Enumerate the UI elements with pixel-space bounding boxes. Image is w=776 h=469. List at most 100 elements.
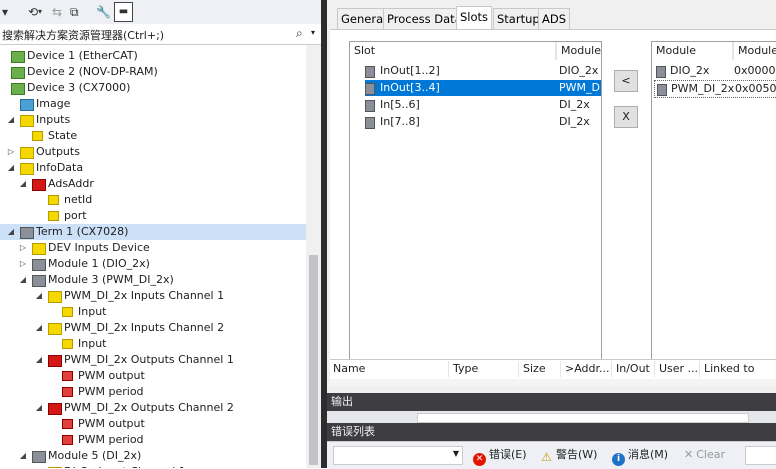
tree-item-label: Input [78, 337, 107, 350]
clear-button[interactable]: ✕ Clear [684, 446, 725, 464]
slot-name: InOut[1..2] [380, 64, 440, 77]
search-options-icon[interactable]: ▾ [311, 28, 315, 37]
tree-item[interactable]: ◢ Module 5 (DI_2x) [0, 448, 306, 464]
slot-row[interactable]: In[5..6] DI_2x [365, 97, 601, 113]
slots-header-module[interactable]: Module [556, 42, 601, 60]
tree-item[interactable]: ◢ Inputs [0, 112, 306, 128]
preview-icon[interactable]: ▬ [114, 2, 133, 22]
expand-arrow-icon[interactable]: ▷ [6, 144, 16, 160]
sync-icon[interactable]: ⇆ [52, 4, 62, 20]
output-variable-icon [62, 435, 73, 445]
collapse-arrow-icon[interactable]: ◢ [18, 272, 28, 288]
remove-module-button[interactable]: X [614, 106, 638, 128]
collapse-arrow-icon[interactable]: ◢ [34, 288, 44, 304]
slot-row[interactable]: In[7..8] DI_2x [365, 114, 601, 130]
collapse-arrow-icon[interactable]: ◢ [34, 320, 44, 336]
tree-item[interactable]: Input [0, 304, 306, 320]
variable-icon [62, 307, 73, 317]
tree-item[interactable]: Input [0, 336, 306, 352]
tree-item[interactable]: ◢ PWM_DI_2x Outputs Channel 1 [0, 352, 306, 368]
expand-arrow-icon[interactable]: ▷ [18, 240, 28, 256]
collapse-arrow-icon[interactable]: ◢ [6, 224, 16, 240]
error-scope-combo[interactable]: ▼ [333, 446, 463, 465]
slot-row[interactable]: InOut[3..4] PWM_DI_2x [365, 80, 601, 96]
collapse-arrow-icon[interactable]: ◢ [34, 352, 44, 368]
error-search-input[interactable] [745, 446, 776, 465]
tree-item[interactable]: port [0, 208, 306, 224]
dropdown-arrow-icon[interactable]: ▾ [2, 4, 8, 20]
grid-header-user[interactable]: User ... [656, 361, 700, 377]
tree-item-label: PWM output [78, 417, 145, 430]
grid-header-inout[interactable]: In/Out [613, 361, 655, 377]
tree-item[interactable]: State [0, 128, 306, 144]
tree-item[interactable]: Device 3 (CX7000) [0, 80, 306, 96]
tree-item[interactable]: ◢ AdsAddr [0, 176, 306, 192]
collapse-arrow-icon[interactable]: ◢ [18, 176, 28, 192]
tree-item-label: Device 3 (CX7000) [27, 81, 131, 94]
tree-item[interactable]: Device 2 (NOV-DP-RAM) [0, 64, 306, 80]
collapse-all-icon[interactable]: ⧉ [70, 4, 79, 20]
tab-process-data[interactable]: Process Data [383, 8, 466, 29]
tree-item[interactable]: PWM output [0, 416, 306, 432]
tree-item[interactable]: Device 1 (EtherCAT) [0, 48, 306, 64]
tree-item-label: Outputs [36, 145, 80, 158]
insert-module-button[interactable]: < [614, 70, 638, 92]
expand-arrow-icon[interactable]: ▷ [34, 464, 44, 468]
grid-header-addr[interactable]: >Addr... [562, 361, 612, 377]
variable-icon [32, 179, 46, 191]
warnings-filter-button[interactable]: ⚠ 警告(W) [540, 446, 597, 464]
grid-header-name[interactable]: Name [330, 361, 449, 377]
collapse-arrow-icon[interactable]: ◢ [18, 448, 28, 464]
tree-item[interactable]: ▷ DEV Inputs Device [0, 240, 306, 256]
explorer-search[interactable]: 搜索解决方案资源管理器(Ctrl+;) ⌕ ▾ [0, 24, 321, 45]
collapse-arrow-icon[interactable]: ◢ [34, 400, 44, 416]
tree-item[interactable]: ◢ PWM_DI_2x Inputs Channel 1 [0, 288, 306, 304]
collapse-arrow-icon[interactable]: ◢ [6, 160, 16, 176]
tree-scrollbar-thumb[interactable] [309, 255, 318, 465]
clear-icon: ✕ [684, 448, 694, 461]
collapse-arrow-icon[interactable]: ◢ [6, 112, 16, 128]
grid-header-size[interactable]: Size [520, 361, 561, 377]
grid-header-linked[interactable]: Linked to [701, 361, 776, 377]
modules-table: Module ModuleI DIO_2x 0x00001 PWM_DI_2x0x0… [651, 41, 776, 361]
tree-item[interactable]: ◢ Term 1 (CX7028) [0, 224, 306, 240]
tree-item[interactable]: PWM period [0, 384, 306, 400]
history-icon[interactable]: ⟲ [28, 4, 38, 20]
slots-header-slot[interactable]: Slot [350, 42, 556, 60]
tree-item[interactable]: ◢ InfoData [0, 160, 306, 176]
tree-item[interactable]: PWM output [0, 368, 306, 384]
expand-arrow-icon[interactable]: ▷ [18, 256, 28, 272]
tree-item-label: Image [36, 97, 71, 110]
tree-item[interactable]: ◢ PWM_DI_2x Inputs Channel 2 [0, 320, 306, 336]
terminal-icon [20, 227, 34, 239]
module-row[interactable]: PWM_DI_2x0x00501 [654, 80, 776, 98]
tree-item[interactable]: ◢ Module 3 (PWM_DI_2x) [0, 272, 306, 288]
tree-item[interactable]: Image [0, 96, 306, 112]
errors-filter-button[interactable]: ✕ 错误(E) [473, 446, 527, 466]
module-icon [32, 259, 46, 271]
grid-header-type[interactable]: Type [450, 361, 519, 377]
tree-item[interactable]: netId [0, 192, 306, 208]
tree-item[interactable]: ▷ Outputs [0, 144, 306, 160]
tree-item[interactable]: ▷ Module 1 (DIO_2x) [0, 256, 306, 272]
tab-ads[interactable]: ADS [538, 8, 571, 29]
output-panel-header[interactable]: 输出 [327, 393, 776, 411]
tree-item[interactable]: PWM period [0, 432, 306, 448]
properties-wrench-icon[interactable]: 🔧 [96, 4, 111, 20]
tab-slots[interactable]: Slots [456, 6, 493, 30]
module-row[interactable]: DIO_2x 0x00001 [654, 63, 776, 79]
search-input[interactable]: 搜索解决方案资源管理器(Ctrl+;) [2, 27, 164, 43]
error-list-header[interactable]: 错误列表 [327, 423, 776, 441]
history-dropdown-icon[interactable]: ▾ [38, 4, 42, 20]
tree-item-label: PWM_DI_2x Inputs Channel 1 [64, 289, 225, 302]
tab-startup[interactable]: Startup [493, 8, 544, 29]
slot-row[interactable]: InOut[1..2] DIO_2x [365, 63, 601, 79]
search-icon[interactable]: ⌕ [296, 26, 303, 41]
tree-item[interactable]: ▷ DI_2x Input Channel 1 [0, 464, 306, 468]
messages-filter-button[interactable]: i 消息(M) [612, 446, 668, 466]
modules-header-module[interactable]: Module [652, 42, 733, 60]
grid-first-row[interactable] [330, 379, 776, 386]
modules-header-id[interactable]: ModuleI [733, 42, 776, 60]
output-source-combo[interactable] [417, 413, 749, 423]
tree-item[interactable]: ◢ PWM_DI_2x Outputs Channel 2 [0, 400, 306, 416]
